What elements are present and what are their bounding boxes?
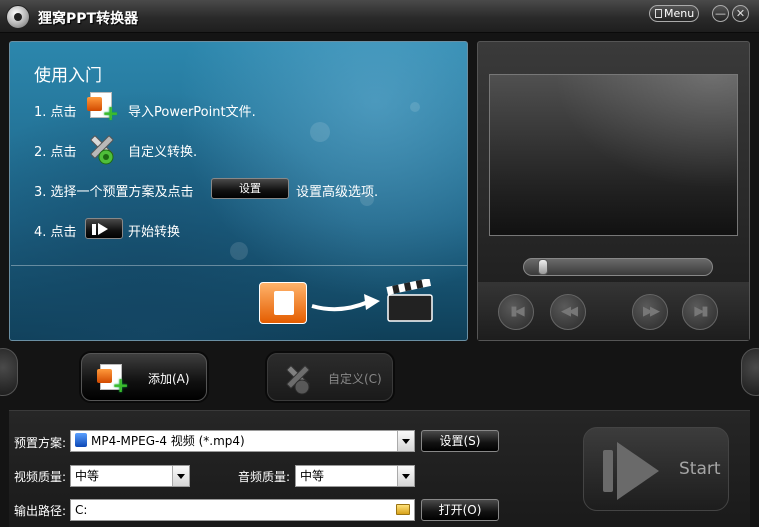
minimize-button[interactable]: — [712, 5, 729, 22]
customize-button[interactable]: 自定义(C) [267, 353, 393, 401]
output-path-label: 输出路径: [14, 504, 67, 518]
step-2-suffix: 自定义转换. [128, 145, 198, 160]
video-quality-label: 视频质量: [14, 470, 67, 484]
start-mini-icon [85, 218, 123, 239]
preset-select[interactable]: MP4-MPEG-4 视频 (*.mp4) [70, 430, 415, 452]
rewind-button[interactable]: ◀◀ [550, 294, 586, 330]
open-button[interactable]: 打开(O) [421, 499, 499, 521]
preset-value: MP4-MPEG-4 视频 (*.mp4) [91, 434, 245, 448]
getting-started-panel: 使用入门 1. 点击 导入PowerPoint文件. 2. 点击 自定义转换. … [9, 41, 468, 341]
chevron-down-icon[interactable] [397, 466, 414, 486]
seek-bar[interactable] [523, 258, 713, 276]
preview-screen [489, 74, 738, 236]
bubble-decoration [230, 242, 248, 260]
guide-title: 使用入门 [34, 66, 102, 86]
step-3-prefix: 3. 选择一个预置方案及点击 [34, 185, 194, 200]
left-side-knob [0, 348, 18, 396]
guide-settings-button: 设置 [211, 178, 289, 199]
seek-handle[interactable] [538, 259, 548, 275]
play-icon [617, 442, 659, 500]
customize-button-label: 自定义(C) [328, 372, 382, 386]
step-3-suffix: 设置高级选项. [296, 185, 379, 200]
output-path-value: C: [75, 503, 88, 517]
title-bar: 狸窝PPT转换器 Menu — ✕ [0, 0, 759, 33]
video-quality-value: 中等 [75, 469, 100, 483]
start-button[interactable]: Start [583, 427, 729, 511]
step-4-suffix: 开始转换 [128, 225, 181, 240]
preset-label: 预置方案: [14, 436, 67, 450]
bubble-decoration [310, 122, 330, 142]
preview-panel: ▮◀ ◀◀ ▶▶ ▶▮ [477, 41, 750, 341]
output-path-input[interactable]: C: [70, 499, 415, 521]
app-logo-icon [6, 5, 30, 29]
folder-icon[interactable] [396, 504, 410, 515]
audio-quality-select[interactable]: 中等 [295, 465, 415, 487]
step-1-suffix: 导入PowerPoint文件. [128, 105, 256, 120]
step-2-prefix: 2. 点击 [34, 145, 77, 160]
add-ppt-icon [97, 364, 129, 397]
next-button[interactable]: ▶▮ [682, 294, 718, 330]
chevron-down-icon[interactable] [397, 431, 414, 451]
video-clapper-icon [386, 279, 433, 322]
menu-icon [655, 9, 662, 18]
chevron-down-icon[interactable] [172, 466, 189, 486]
convert-arrow-icon [311, 294, 380, 312]
bubble-decoration [410, 102, 420, 112]
add-ppt-icon [87, 92, 119, 125]
guide-divider [11, 265, 467, 266]
add-button[interactable]: 添加(A) [81, 353, 207, 401]
step-4-prefix: 4. 点击 [34, 225, 77, 240]
app-title: 狸窝PPT转换器 [38, 11, 139, 27]
add-button-label: 添加(A) [148, 372, 190, 386]
powerpoint-file-icon [259, 282, 307, 324]
video-format-icon [75, 433, 87, 447]
fast-forward-button[interactable]: ▶▶ [632, 294, 668, 330]
right-side-knob [741, 348, 759, 396]
audio-quality-value: 中等 [300, 469, 325, 483]
previous-button[interactable]: ▮◀ [498, 294, 534, 330]
step-1-prefix: 1. 点击 [34, 105, 77, 120]
audio-quality-label: 音频质量: [238, 470, 291, 484]
video-quality-select[interactable]: 中等 [70, 465, 190, 487]
close-button[interactable]: ✕ [732, 5, 749, 22]
settings-button[interactable]: 设置(S) [421, 430, 499, 452]
start-icon [603, 450, 613, 492]
start-button-label: Start [679, 459, 721, 479]
menu-button[interactable]: Menu [649, 5, 699, 22]
tools-icon [90, 135, 114, 165]
tools-icon [286, 365, 310, 395]
menu-button-label: Menu [664, 7, 695, 20]
